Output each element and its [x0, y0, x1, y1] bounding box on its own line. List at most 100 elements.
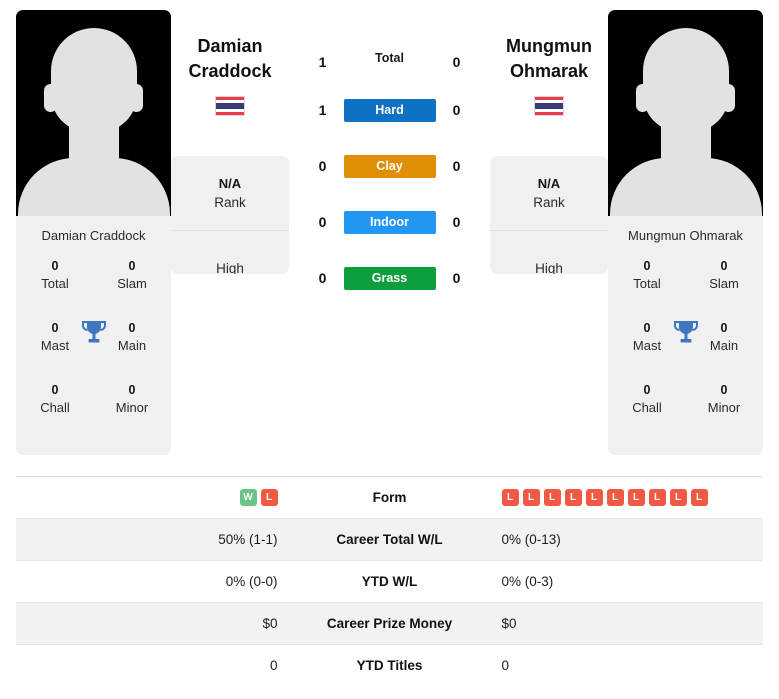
title-value: 0 [128, 259, 136, 273]
surface-right-score: 0 [452, 214, 461, 230]
title-label: Mast [632, 338, 662, 353]
form-badge-win[interactable]: W [239, 489, 257, 506]
form-badge-loss[interactable]: L [606, 489, 624, 506]
stat-label-form: Form [372, 490, 407, 505]
left-player-summary: Damian Craddock N/A Rank High [171, 10, 289, 274]
left-player-info-card: N/A Rank High 19 Age Plays [171, 156, 289, 274]
surface-label-total: Total [375, 51, 404, 65]
surface-row-grass: 0 Grass 0 [295, 250, 484, 306]
form-badge-loss[interactable]: L [501, 489, 519, 506]
title-cell-main: 0 Main [695, 319, 753, 381]
thailand-flag-icon [534, 96, 564, 116]
form-badge-loss[interactable]: L [522, 489, 540, 506]
titles-row: 0 Chall 0 Minor [608, 381, 763, 443]
right-player-name-block: Mungmun Ohmarak [490, 10, 608, 128]
surface-label-clay[interactable]: Clay [343, 154, 436, 178]
title-cell-chall: 0 Chall [26, 381, 84, 443]
right-player-summary: Mungmun Ohmarak N/A Rank High [490, 10, 608, 274]
title-cell-main: 0 Main [103, 319, 161, 381]
left-rank-cell: N/A Rank [171, 156, 289, 231]
title-cell-chall: 0 Chall [618, 381, 676, 443]
left-player-card[interactable]: Damian Craddock 0 Total 0 Slam 0 Mast 0 … [16, 10, 171, 455]
high-label: High [535, 260, 563, 275]
comparison-header: Damian Craddock 0 Total 0 Slam 0 Mast 0 … [0, 0, 779, 470]
surface-right-score: 0 [452, 102, 461, 118]
stat-label-ytd-wl: YTD W/L [361, 574, 418, 589]
title-cell-minor: 0 Minor [695, 381, 753, 443]
stat-left-value: $0 [262, 616, 278, 631]
title-value: 0 [643, 321, 651, 335]
title-cell-minor: 0 Minor [103, 381, 161, 443]
left-player-name-line2: Craddock [188, 61, 272, 81]
title-value: 0 [128, 383, 136, 397]
left-titles-grid: 0 Total 0 Slam 0 Mast 0 Main 0 Chall 0 M… [16, 253, 171, 455]
surface-breakdown: 1 Total 0 1 Hard 0 0 Clay 0 0 Indoor 0 0 [289, 10, 490, 306]
title-cell-total: 0 Total [26, 257, 84, 319]
title-label: Total [41, 276, 69, 291]
form-badge-loss[interactable]: L [260, 489, 278, 506]
stat-row-prize-money: $0 Career Prize Money $0 [16, 603, 763, 645]
stat-row-ytd-wl: 0% (0-0) YTD W/L 0% (0-3) [16, 561, 763, 603]
title-label: Slam [709, 276, 739, 291]
title-cell-slam: 0 Slam [103, 257, 161, 319]
rank-label: Rank [214, 195, 246, 210]
surface-row-indoor: 0 Indoor 0 [295, 194, 484, 250]
title-value: 0 [720, 383, 728, 397]
stat-right-value: 0 [501, 658, 510, 673]
right-titles-grid: 0 Total 0 Slam 0 Mast 0 Main 0 Chall 0 M… [608, 253, 763, 455]
title-value: 0 [128, 321, 136, 335]
title-cell-total: 0 Total [618, 257, 676, 319]
title-label: Chall [40, 400, 70, 415]
trophy-icon [81, 319, 106, 345]
rank-value: N/A [537, 176, 561, 191]
surface-label-grass[interactable]: Grass [343, 266, 436, 290]
stat-left-value: 0 [269, 658, 278, 673]
title-cell-mast: 0 Mast [618, 319, 676, 381]
titles-row: 0 Total 0 Slam [16, 257, 171, 319]
badge-group-left: WL [239, 489, 278, 506]
stat-row-form: WL Form LLLLLLLLLL [16, 477, 763, 519]
form-badge-loss[interactable]: L [669, 489, 687, 506]
left-player-photo-name: Damian Craddock [16, 216, 171, 253]
form-badge-loss[interactable]: L [648, 489, 666, 506]
surface-left-score: 1 [318, 102, 327, 118]
title-value: 0 [720, 321, 728, 335]
stat-left-value: 0% (0-0) [225, 574, 278, 589]
form-badge-loss[interactable]: L [585, 489, 603, 506]
title-value: 0 [51, 259, 59, 273]
left-high-cell: High [171, 231, 289, 275]
form-right-badges: LLLLLLLLLL [480, 489, 764, 506]
surface-right-score: 0 [452, 54, 461, 70]
avatar-ear-left [636, 84, 649, 112]
right-player-card[interactable]: Mungmun Ohmarak 0 Total 0 Slam 0 Mast 0 … [608, 10, 763, 455]
left-player-name-block: Damian Craddock [171, 10, 289, 128]
avatar-body [17, 158, 170, 216]
form-badge-loss[interactable]: L [690, 489, 708, 506]
title-label: Minor [707, 400, 741, 415]
avatar-ear-left [44, 84, 57, 112]
high-label: High [216, 260, 244, 275]
stat-row-ytd-titles: 0 YTD Titles 0 [16, 645, 763, 686]
left-player-photo [16, 10, 171, 216]
form-badge-loss[interactable]: L [627, 489, 645, 506]
stat-right-value: $0 [501, 616, 517, 631]
badge-group-right: LLLLLLLLLL [501, 489, 708, 506]
title-label: Chall [632, 400, 662, 415]
form-badge-loss[interactable]: L [564, 489, 582, 506]
surface-row-total: 1 Total 0 [295, 10, 484, 82]
title-label: Main [709, 338, 739, 353]
rank-label: Rank [533, 195, 565, 210]
stats-table: WL Form LLLLLLLLLL 50% (1-1) Career Tota… [16, 476, 763, 686]
surface-right-score: 0 [452, 270, 461, 286]
form-badge-loss[interactable]: L [543, 489, 561, 506]
surface-label-indoor[interactable]: Indoor [343, 210, 436, 234]
title-value: 0 [643, 383, 651, 397]
title-value: 0 [643, 259, 651, 273]
right-rank-cell: N/A Rank [490, 156, 608, 231]
form-left-badges: WL [16, 489, 300, 506]
right-player-photo-name: Mungmun Ohmarak [608, 216, 763, 253]
surface-left-score: 0 [318, 270, 327, 286]
title-label: Total [633, 276, 661, 291]
surface-label-hard[interactable]: Hard [343, 98, 436, 122]
avatar-body [609, 158, 762, 216]
